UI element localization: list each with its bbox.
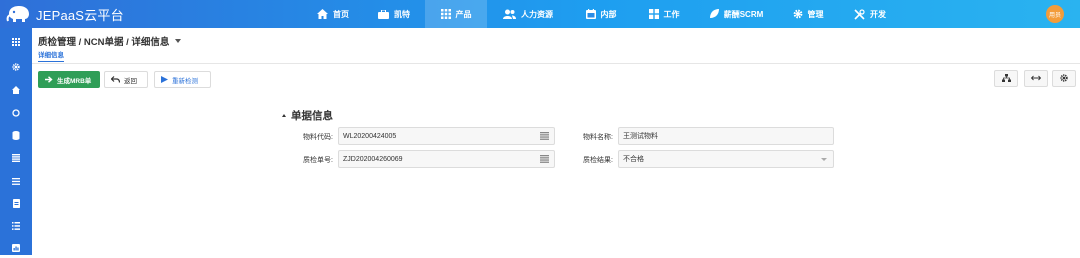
settings-button[interactable] bbox=[1052, 70, 1076, 87]
breadcrumb[interactable]: 质检管理 / NCN单据 / 详细信息 bbox=[38, 34, 182, 48]
users-icon bbox=[503, 9, 516, 19]
sidebar-list-alt-icon[interactable] bbox=[0, 216, 32, 236]
nav-internal[interactable]: 内部 bbox=[569, 0, 633, 28]
elephant-logo-icon bbox=[6, 6, 29, 22]
material-name-field[interactable]: 王测试物料 bbox=[618, 127, 834, 145]
list-picker-icon[interactable] bbox=[540, 132, 549, 140]
gear-icon bbox=[1060, 73, 1068, 84]
sidebar-circle-icon[interactable] bbox=[0, 103, 32, 123]
inspection-no-value: ZJD202004260069 bbox=[343, 155, 403, 163]
inspection-result-value: 不合格 bbox=[623, 156, 644, 163]
breadcrumb-text: 质检管理 / NCN单据 / 详细信息 bbox=[38, 37, 170, 48]
nav-scrm-label: 薪酬SCRM bbox=[723, 9, 764, 19]
gear-icon bbox=[793, 9, 803, 19]
collapse-caret-icon bbox=[282, 114, 286, 117]
arrows-horizontal-icon bbox=[1030, 74, 1042, 83]
main-nav: 首页 凯特 产品 人力资源 内部 工作 薪酬SCRM 管理 开发 bbox=[303, 0, 901, 28]
apps-icon bbox=[648, 9, 659, 19]
list-picker-icon[interactable] bbox=[540, 155, 549, 163]
nav-work-label: 工作 bbox=[663, 9, 680, 19]
calendar-icon bbox=[585, 9, 596, 19]
section-header-document-info[interactable]: 单据信息 bbox=[282, 108, 333, 123]
leaf-icon bbox=[709, 9, 719, 19]
grid-icon bbox=[440, 9, 451, 19]
back-button[interactable]: 返回 bbox=[104, 71, 148, 88]
nav-hr[interactable]: 人力资源 bbox=[487, 0, 569, 28]
nav-manage-label: 管理 bbox=[807, 9, 824, 19]
header-divider bbox=[32, 63, 1080, 64]
generate-mrb-button[interactable]: 生成MRB单 bbox=[38, 71, 100, 88]
sidebar-gear-icon[interactable] bbox=[0, 57, 32, 77]
material-code-field[interactable]: WL20200424005 bbox=[338, 127, 555, 145]
recheck-button[interactable]: 重新检测 bbox=[154, 71, 211, 88]
material-name-value: 王测试物料 bbox=[623, 133, 658, 140]
generate-mrb-label: 生成MRB单 bbox=[57, 77, 92, 85]
nav-scrm[interactable]: 薪酬SCRM bbox=[695, 0, 777, 28]
material-code-label: 物料代码: bbox=[303, 134, 333, 141]
user-avatar[interactable]: 用员 bbox=[1046, 5, 1064, 23]
nav-dev-label: 开发 bbox=[870, 9, 886, 19]
briefcase-icon bbox=[378, 9, 389, 19]
nav-kaite-label: 凯特 bbox=[394, 9, 410, 19]
inspection-result-label: 质检结果: bbox=[583, 157, 613, 164]
tab-detail-info[interactable]: 详细信息 bbox=[38, 49, 64, 62]
left-sidebar bbox=[0, 28, 32, 255]
sidebar-file-icon[interactable] bbox=[0, 193, 32, 213]
inspection-result-select[interactable]: 不合格 bbox=[618, 150, 834, 168]
caret-down-icon bbox=[175, 39, 182, 43]
material-code-value: WL20200424005 bbox=[343, 132, 397, 140]
sidebar-home-icon[interactable] bbox=[0, 80, 32, 100]
app-title: JEPaaS云平台 bbox=[36, 7, 124, 23]
recheck-label: 重新检测 bbox=[172, 77, 198, 85]
inspection-no-label: 质检单号: bbox=[303, 157, 333, 164]
material-name-label: 物料名称: bbox=[583, 134, 613, 141]
tools-icon bbox=[854, 8, 865, 20]
sidebar-report-icon[interactable] bbox=[0, 238, 32, 258]
nav-work[interactable]: 工作 bbox=[633, 0, 695, 28]
home-icon bbox=[317, 9, 328, 19]
arrow-right-icon bbox=[45, 76, 53, 83]
sitemap-icon bbox=[1001, 73, 1011, 84]
sidebar-database-icon[interactable] bbox=[0, 125, 32, 145]
expand-width-button[interactable] bbox=[1024, 70, 1048, 87]
nav-hr-label: 人力资源 bbox=[521, 9, 553, 19]
top-navbar: JEPaaS云平台 首页 凯特 产品 人力资源 内部 工作 薪酬SCRM 管理 … bbox=[0, 0, 1080, 28]
app-logo[interactable]: JEPaaS云平台 bbox=[0, 4, 300, 24]
nav-dev[interactable]: 开发 bbox=[839, 0, 901, 28]
nav-manage[interactable]: 管理 bbox=[777, 0, 839, 28]
section-title: 单据信息 bbox=[291, 110, 333, 122]
sitemap-button[interactable] bbox=[994, 70, 1018, 87]
sidebar-menu-icon[interactable] bbox=[0, 171, 32, 191]
inspection-no-field[interactable]: ZJD202004260069 bbox=[338, 150, 555, 168]
nav-home[interactable]: 首页 bbox=[303, 0, 363, 28]
play-icon bbox=[161, 76, 168, 83]
sidebar-list-icon[interactable] bbox=[0, 148, 32, 168]
sidebar-apps-icon[interactable] bbox=[0, 32, 32, 52]
undo-icon bbox=[111, 76, 120, 83]
nav-product-label: 产品 bbox=[455, 9, 472, 19]
back-label: 返回 bbox=[124, 77, 137, 85]
nav-internal-label: 内部 bbox=[600, 9, 617, 19]
nav-home-label: 首页 bbox=[333, 9, 349, 19]
nav-product[interactable]: 产品 bbox=[425, 0, 487, 28]
chevron-down-icon bbox=[821, 158, 827, 161]
nav-kaite[interactable]: 凯特 bbox=[363, 0, 425, 28]
